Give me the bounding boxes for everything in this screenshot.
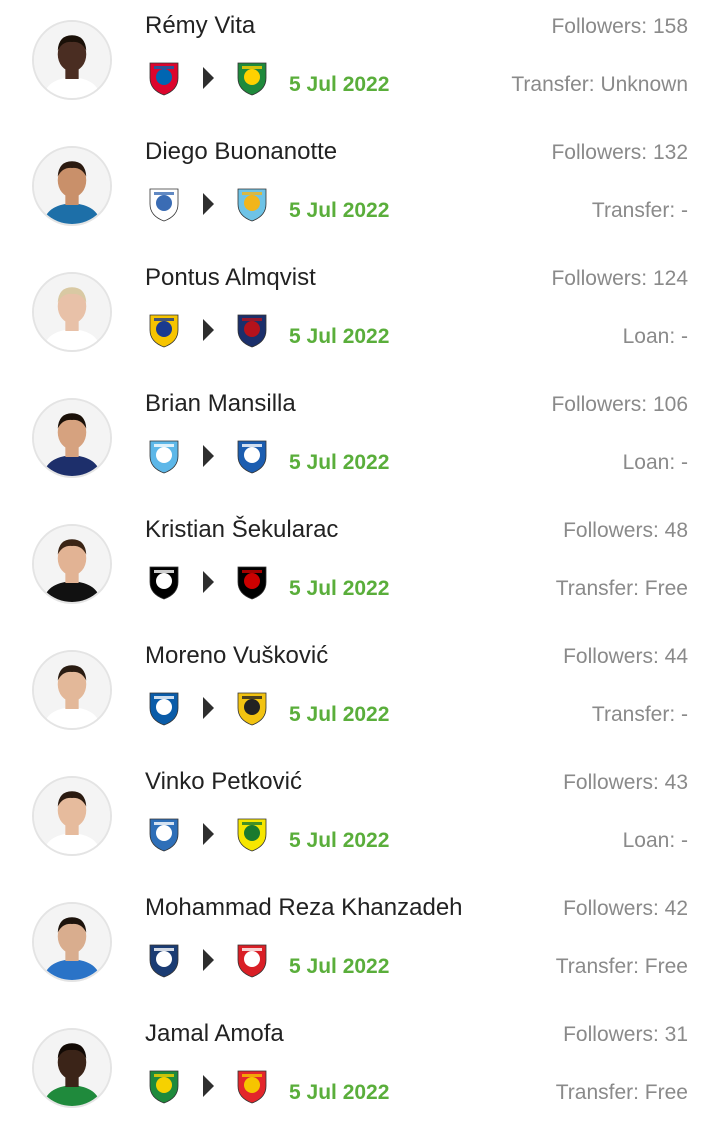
transfer-date: 5 Jul 2022 xyxy=(289,73,390,96)
player-avatar[interactable] xyxy=(32,524,112,604)
transfer-date: 5 Jul 2022 xyxy=(289,199,390,222)
transfer-row[interactable]: Rémy Vita Followers: 158 5 Jul 2022 Transfe… xyxy=(0,14,720,140)
transfer-fee: Loan: - xyxy=(622,451,688,474)
transfer-fee: Transfer: Free xyxy=(555,955,688,978)
hajduk-crest-icon[interactable] xyxy=(232,688,272,728)
transfer-row[interactable]: Kristian Šekularac Followers: 48 5 Jul 202… xyxy=(0,518,720,644)
followers-count: Followers: 43 xyxy=(563,771,688,794)
transfer-fee: Transfer: - xyxy=(591,199,688,222)
player-avatar[interactable] xyxy=(32,146,112,226)
transfer-fee: Transfer: - xyxy=(591,703,688,726)
paykan-crest-icon[interactable] xyxy=(144,940,184,980)
followers-count: Followers: 44 xyxy=(563,645,688,668)
followers-count: Followers: 42 xyxy=(563,897,688,920)
transfer-row[interactable]: Moreno Vušković Followers: 44 5 Jul 2022 Tr… xyxy=(0,644,720,770)
followers-count: Followers: 48 xyxy=(563,519,688,542)
transfer-row[interactable]: Brian Mansilla Followers: 106 5 Jul 2022 Lo… xyxy=(0,392,720,518)
transfer-row[interactable]: Jamal Amofa Followers: 31 5 Jul 2022 Transf… xyxy=(0,1022,720,1122)
transfer-row[interactable]: Diego Buonanotte Followers: 132 5 Jul 2022… xyxy=(0,140,720,266)
triangle-right-icon xyxy=(203,193,214,215)
transfer-date: 5 Jul 2022 xyxy=(289,451,390,474)
nk-osijek-crest-icon[interactable] xyxy=(144,814,184,854)
player-name[interactable]: Brian Mansilla xyxy=(145,392,296,416)
triangle-right-icon xyxy=(203,1075,214,1097)
player-avatar[interactable] xyxy=(32,398,112,478)
triangle-right-icon xyxy=(203,571,214,593)
racing-club-crest-icon[interactable] xyxy=(144,436,184,476)
triangle-right-icon xyxy=(203,823,214,845)
transfer-row[interactable]: Vinko Petković Followers: 43 5 Jul 2022 Loa… xyxy=(0,770,720,896)
transfer-date: 5 Jul 2022 xyxy=(289,955,390,978)
bayern-munchen-crest-icon[interactable] xyxy=(144,58,184,98)
transfer-row[interactable]: Mohammad Reza Khanzadeh Followers: 42 5 Ju… xyxy=(0,896,720,1022)
juventus-crest-icon[interactable] xyxy=(144,562,184,602)
rostov-crest-icon[interactable] xyxy=(144,310,184,350)
player-name[interactable]: Moreno Vušković xyxy=(145,644,328,668)
player-avatar[interactable] xyxy=(32,1028,112,1108)
la-guaira-crest-icon[interactable] xyxy=(144,184,184,224)
player-avatar[interactable] xyxy=(32,20,112,100)
player-avatar[interactable] xyxy=(32,272,112,352)
followers-count: Followers: 31 xyxy=(563,1023,688,1046)
metalist-crest-icon[interactable] xyxy=(232,814,272,854)
transfer-fee: Loan: - xyxy=(622,325,688,348)
player-avatar[interactable] xyxy=(32,650,112,730)
pogon-szczecin-crest-icon[interactable] xyxy=(232,310,272,350)
transfer-fee: Transfer: Free xyxy=(555,1081,688,1104)
transfer-date: 5 Jul 2022 xyxy=(289,703,390,726)
followers-count: Followers: 158 xyxy=(551,15,688,38)
triangle-right-icon xyxy=(203,445,214,467)
followers-count: Followers: 106 xyxy=(551,393,688,416)
fortuna-sittard-crest-icon[interactable] xyxy=(232,58,272,98)
transfer-fee: Loan: - xyxy=(622,829,688,852)
transfer-date: 5 Jul 2022 xyxy=(289,325,390,348)
sporting-cristal-crest-icon[interactable] xyxy=(232,184,272,224)
followers-count: Followers: 132 xyxy=(551,141,688,164)
tractor-crest-icon[interactable] xyxy=(232,940,272,980)
triangle-right-icon xyxy=(203,949,214,971)
triangle-right-icon xyxy=(203,697,214,719)
player-name[interactable]: Jamal Amofa xyxy=(145,1022,284,1046)
transfer-fee: Transfer: Unknown xyxy=(511,73,688,96)
fulham-crest-icon[interactable] xyxy=(232,562,272,602)
orenburg-crest-icon[interactable] xyxy=(232,436,272,476)
transfers-list: Rémy Vita Followers: 158 5 Jul 2022 Transfe… xyxy=(0,0,720,1122)
go-ahead-eagles-crest-icon[interactable] xyxy=(232,1066,272,1106)
transfer-date: 5 Jul 2022 xyxy=(289,1081,390,1104)
player-name[interactable]: Pontus Almqvist xyxy=(145,266,316,290)
transfer-fee: Transfer: Free xyxy=(555,577,688,600)
player-avatar[interactable] xyxy=(32,776,112,856)
dinamo-zagreb-crest-icon[interactable] xyxy=(144,688,184,728)
transfer-date: 5 Jul 2022 xyxy=(289,577,390,600)
triangle-right-icon xyxy=(203,67,214,89)
triangle-right-icon xyxy=(203,319,214,341)
player-name[interactable]: Diego Buonanotte xyxy=(145,140,337,164)
player-name[interactable]: Mohammad Reza Khanzadeh xyxy=(145,896,463,920)
transfer-row[interactable]: Pontus Almqvist Followers: 124 5 Jul 2022 L… xyxy=(0,266,720,392)
player-avatar[interactable] xyxy=(32,902,112,982)
player-name[interactable]: Kristian Šekularac xyxy=(145,518,338,542)
player-name[interactable]: Rémy Vita xyxy=(145,14,255,38)
player-name[interactable]: Vinko Petković xyxy=(145,770,302,794)
transfer-date: 5 Jul 2022 xyxy=(289,829,390,852)
ado-den-haag-crest-icon[interactable] xyxy=(144,1066,184,1106)
followers-count: Followers: 124 xyxy=(551,267,688,290)
